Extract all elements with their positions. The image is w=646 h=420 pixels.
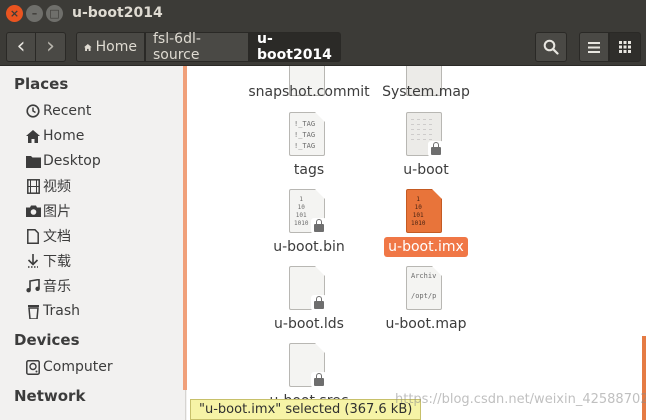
close-button[interactable]: × — [6, 5, 23, 22]
clock-icon — [24, 104, 42, 118]
home-icon — [24, 129, 42, 143]
sidebar: Places Recent Home Desktop 视频 图片 文档 下载 音… — [0, 66, 186, 420]
file-thumb-text: 1 10 101 1010 — [294, 196, 309, 227]
text-file-icon: !_TAG !_TAG !_TAG — [289, 112, 327, 158]
sidebar-item-music[interactable]: 音乐 — [24, 275, 71, 297]
locked-file-icon — [289, 266, 327, 312]
window-title: u-boot2014 — [72, 5, 163, 21]
breadcrumb-u-boot2014[interactable]: u-boot2014 — [249, 31, 341, 63]
drive-icon — [24, 359, 42, 375]
chevron-left-icon: ‹ — [16, 34, 26, 59]
lock-icon — [311, 218, 327, 234]
video-icon — [24, 178, 42, 194]
sidebar-item-pictures[interactable]: 图片 — [24, 200, 71, 222]
close-icon: × — [9, 7, 20, 20]
document-icon — [24, 228, 42, 244]
watermark-text: https://blog.csdn.net/weixin_42588702 — [395, 392, 646, 407]
devices-heading: Devices — [14, 331, 80, 349]
sidebar-item-label: Recent — [43, 103, 92, 119]
sidebar-item-documents[interactable]: 文档 — [24, 225, 71, 247]
file-item-u-boot[interactable]: — — — — — — — — — — — — — — — — — — — — … — [351, 112, 501, 182]
sidebar-item-trash[interactable]: Trash — [24, 300, 80, 322]
sidebar-item-desktop[interactable]: Desktop — [24, 150, 101, 172]
sidebar-item-label: 文档 — [43, 229, 71, 245]
maximize-icon: □ — [49, 7, 60, 20]
main-scrollbar[interactable] — [642, 336, 646, 420]
locked-file-icon: — — — — — — — — — — — — — — — — — — — — — [406, 112, 444, 158]
sidebar-item-label: Desktop — [43, 153, 101, 169]
search-icon — [543, 39, 559, 55]
maximize-button[interactable]: □ — [46, 5, 63, 22]
file-item-u-boot-map[interactable]: Archiv /opt/p u-boot.map — [351, 266, 501, 336]
locked-file-icon — [289, 343, 327, 389]
places-heading: Places — [14, 75, 69, 93]
sidebar-item-downloads[interactable]: 下载 — [24, 250, 71, 272]
minimize-button[interactable]: – — [26, 5, 43, 22]
sidebar-item-label: 视频 — [43, 179, 71, 195]
camera-icon — [24, 205, 42, 217]
network-heading: Network — [14, 387, 86, 405]
text-file-icon: Archiv /opt/p — [406, 266, 444, 312]
chevron-right-icon: › — [46, 34, 55, 59]
sidebar-item-label: 图片 — [43, 204, 71, 220]
sidebar-item-computer[interactable]: Computer — [24, 356, 113, 378]
file-thumb-text: !_TAG !_TAG !_TAG — [294, 120, 316, 150]
sidebar-item-recent[interactable]: Recent — [24, 100, 91, 122]
file-thumb-text: Archiv /opt/p — [411, 272, 437, 300]
breadcrumb-label: u-boot2014 — [257, 31, 332, 63]
breadcrumb-label: fsl-6dl-source — [153, 31, 201, 63]
sidebar-item-label: 下载 — [43, 254, 71, 270]
sidebar-item-label: 音乐 — [43, 279, 71, 295]
sidebar-item-label: Computer — [43, 359, 113, 375]
status-bar: "u-boot.imx" selected (367.6 kB) — [190, 399, 422, 420]
title-bar: × – □ u-boot2014 — [0, 0, 646, 28]
file-name: u-boot.imx — [388, 239, 464, 255]
lock-icon — [311, 372, 327, 388]
sidebar-item-home[interactable]: Home — [24, 125, 84, 147]
download-icon — [24, 254, 42, 268]
list-view-button[interactable] — [579, 32, 609, 62]
sidebar-item-label: Home — [43, 128, 85, 144]
lock-icon — [428, 141, 444, 157]
file-item-system-map[interactable]: 178000 System.map — [351, 66, 501, 108]
forward-button[interactable]: › — [35, 32, 66, 62]
lock-icon — [311, 295, 327, 311]
file-name: System.map — [382, 84, 470, 100]
home-icon — [84, 43, 92, 51]
file-name: u-boot.map — [385, 316, 467, 332]
breadcrumb-label: Home — [95, 39, 137, 55]
grid-view-button[interactable] — [609, 32, 641, 62]
breadcrumb-fsl-6dl-source[interactable]: fsl-6dl-source — [145, 31, 249, 63]
sidebar-item-label: Trash — [43, 303, 80, 319]
sidebar-item-video[interactable]: 视频 — [24, 175, 71, 197]
file-item-u-boot-imx[interactable]: 1 10 101 1010 u-boot.imx — [351, 189, 501, 259]
toolbar: ‹ › Home fsl-6dl-source u-boot2014 — [0, 28, 646, 66]
folder-icon — [24, 155, 42, 168]
status-text: "u-boot.imx" selected (367.6 kB) — [199, 402, 413, 417]
file-name: u-boot — [403, 162, 449, 178]
breadcrumb-home[interactable]: Home — [76, 32, 145, 62]
grid-view-icon — [619, 41, 631, 53]
music-icon — [24, 279, 42, 293]
search-button[interactable] — [535, 32, 567, 62]
file-grid: snapshot.commit 178000 System.map !_TAG … — [187, 66, 646, 420]
binary-file-icon: 1 10 101 1010 — [406, 189, 444, 235]
trash-icon — [24, 304, 42, 319]
back-button[interactable]: ‹ — [6, 32, 36, 62]
list-view-icon — [588, 41, 600, 53]
binary-file-icon: 1 10 101 1010 — [289, 189, 327, 235]
file-thumb-text: 1 10 101 1010 — [411, 196, 426, 227]
minimize-icon: – — [31, 7, 38, 20]
